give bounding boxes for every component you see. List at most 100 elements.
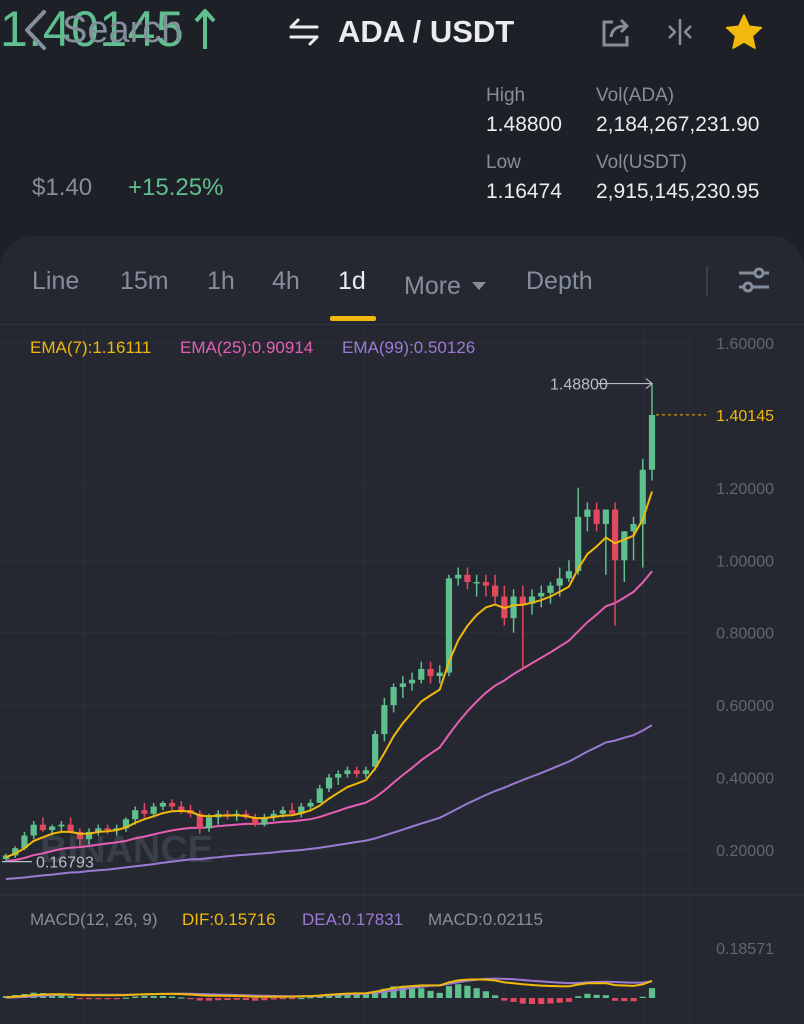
macd-bar (418, 988, 425, 998)
vol-base-label: Vol(ADA) (596, 85, 675, 106)
ema25-line (5, 570, 653, 862)
swap-icon (289, 18, 319, 46)
candle-body (621, 531, 628, 561)
candle-body (602, 509, 609, 525)
macd-bar (67, 996, 74, 998)
candle-body (547, 585, 554, 593)
candle-body (593, 509, 600, 525)
tab-more[interactable]: More (404, 266, 487, 306)
macd-bar (150, 996, 157, 998)
caret-down-icon (471, 282, 486, 290)
price-change: +15.25% (128, 174, 224, 201)
candle (630, 516, 637, 561)
y-axis-tick-label: 0.60000 (716, 698, 774, 715)
macd-bar (501, 998, 508, 1001)
candle-body (482, 582, 489, 586)
candle-body (335, 773, 342, 778)
candle-body (104, 828, 111, 831)
candle-body (408, 679, 416, 684)
macd-bar (639, 996, 646, 998)
fullscreen-button[interactable] (660, 12, 700, 52)
tab-depth[interactable]: Depth (526, 266, 593, 306)
candle (408, 672, 416, 691)
macd-bar (270, 998, 277, 1000)
candle-body (538, 592, 545, 597)
candle (455, 567, 462, 586)
tab-4h[interactable]: 4h (272, 266, 300, 306)
current-price-label: 1.40145 (716, 408, 774, 425)
pair-selector[interactable]: ADA / USDT (288, 12, 514, 52)
macd-bar (141, 995, 148, 998)
candle (611, 502, 619, 626)
candle (288, 802, 296, 814)
favorite-button[interactable] (724, 12, 764, 52)
macd-bar (519, 998, 526, 1004)
macd-bar (528, 998, 536, 1005)
max-price-label: 1.48800 (550, 377, 608, 394)
candle (538, 585, 545, 608)
tab-1h[interactable]: 1h (207, 266, 235, 306)
candle (215, 810, 222, 825)
candle (325, 773, 333, 793)
candle-body (205, 817, 213, 829)
candle (584, 502, 591, 532)
back-button[interactable]: Search (22, 8, 202, 52)
candle (418, 661, 425, 684)
candle-body (584, 509, 591, 517)
macd-bar (621, 998, 628, 1002)
y-axis-tick-label: 1.60000 (716, 336, 774, 353)
y-axis-tick-label: 1.00000 (716, 553, 774, 570)
back-label: Search (62, 8, 183, 51)
share-button[interactable] (596, 12, 636, 52)
macd-bar (593, 994, 600, 998)
candle-body (492, 585, 499, 597)
candle (298, 802, 305, 818)
candle-body (39, 824, 47, 831)
chart-settings-button[interactable] (736, 264, 772, 296)
macd-bar (492, 995, 499, 998)
candle (399, 676, 406, 698)
macd-bar (575, 996, 582, 998)
low-label: Low (486, 152, 521, 173)
candle-body (279, 810, 286, 814)
candle (344, 766, 351, 778)
candle-body (141, 810, 148, 814)
macd-bar (307, 997, 314, 999)
macd-bar (630, 998, 637, 1002)
tab-15m[interactable]: 15m (120, 266, 169, 306)
candle-body (556, 578, 563, 586)
candle (510, 589, 517, 633)
candle-body (399, 683, 406, 688)
star-icon (725, 14, 763, 49)
macd-bar (611, 998, 619, 1001)
candle-body (372, 734, 379, 767)
macd-bar (445, 986, 453, 998)
candle (252, 813, 259, 827)
macd-bar (242, 998, 250, 1001)
candle-body (67, 824, 74, 832)
high-label: High (486, 85, 526, 106)
min-price-label: 0.16793 (36, 855, 94, 872)
macd-bar (565, 998, 573, 1002)
macd-bar (132, 996, 139, 998)
candle (261, 813, 268, 827)
macd-value-label: MACD:0.02115 (428, 910, 543, 929)
tab-line[interactable]: Line (32, 266, 79, 306)
candle-body (30, 824, 37, 836)
macd-bar (556, 998, 563, 1003)
macd-bar (233, 998, 240, 1000)
tab-1d[interactable]: 1d (338, 266, 366, 306)
candle-body (611, 509, 619, 561)
top-bar: Search ADA / USDT (0, 0, 804, 70)
candle-body (473, 582, 480, 584)
candle (169, 799, 176, 811)
macd-bar (76, 998, 83, 1000)
candle-body (132, 810, 139, 820)
pair-title: ADA / USDT (338, 14, 515, 49)
macd-bar (362, 994, 370, 998)
candle-body (288, 810, 296, 814)
candle-body (575, 516, 582, 572)
y-axis-tick-label: 0.80000 (716, 626, 774, 643)
collapse-arrows-icon (668, 19, 692, 45)
candle (316, 784, 323, 803)
